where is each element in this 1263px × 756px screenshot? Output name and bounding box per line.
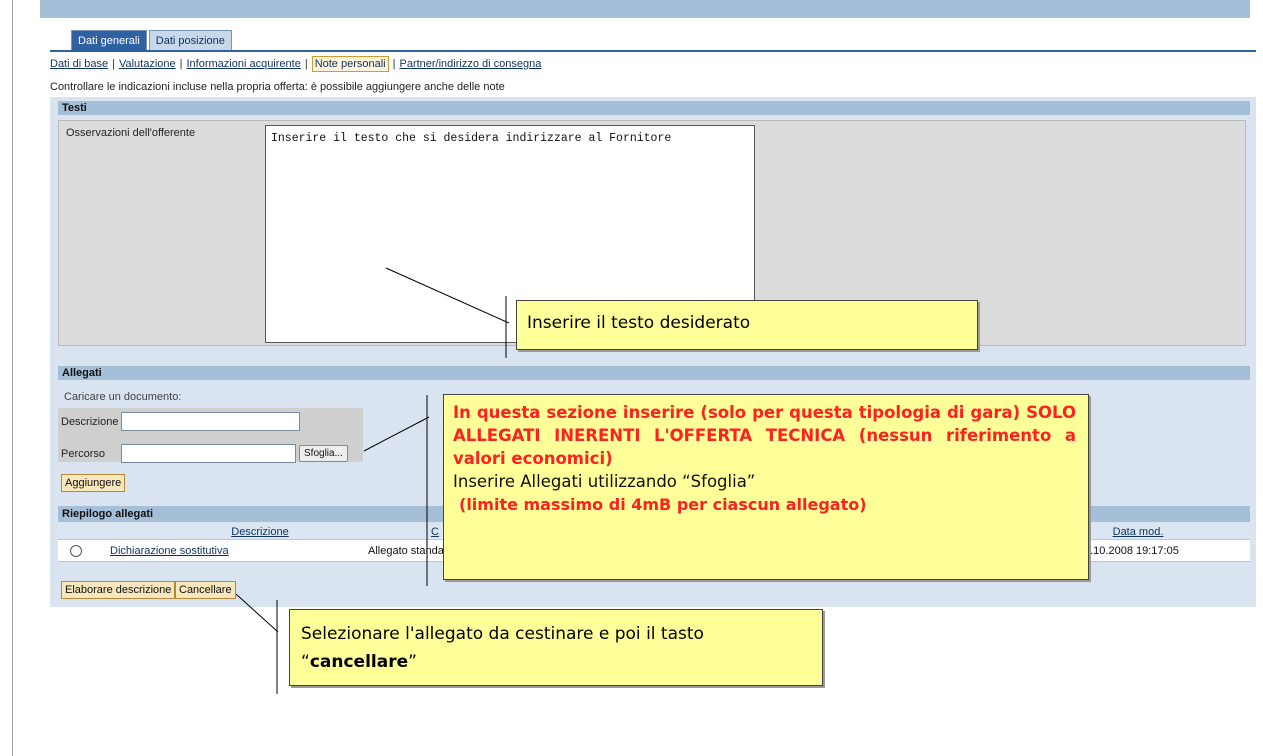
tab-dati-generali[interactable]: Dati generali [71,30,147,50]
subnav-dati-di-base[interactable]: Dati di base [50,58,108,70]
row-tipo: Allegato standa [368,545,444,557]
subnav-separator: | [179,58,183,70]
subnav-informazioni-acquirente[interactable]: Informazioni acquirente [186,58,300,70]
section-header-allegati: Allegati [58,366,1250,380]
left-divider-line [12,0,13,756]
top-header-bar [40,0,1250,18]
sfoglia-button[interactable]: Sfoglia... [299,445,348,462]
callout-attachments-limit: (limite massimo di 4mB per ciascun alleg… [459,495,867,514]
callout-attachments-warning: In questa sezione inserire (solo per que… [453,403,1076,468]
callout-delete-bold: cancellare [309,652,409,672]
callout-text-hint-text: Inserire il testo desiderato [527,313,751,333]
sub-navigation: Dati di base | Valutazione | Informazioni ac… [50,56,541,72]
section-header-testi: Testi [58,101,1250,115]
instruction-text: Controllare le indicazioni incluse nella… [50,81,505,93]
callout-attachments-instruction: Inserire Allegati utilizzando “Sfoglia” [453,472,756,491]
callout-attachments: In questa sezione inserire (solo per que… [443,394,1089,580]
callout-delete-end: ” [408,652,417,672]
callout-text-hint: Inserire il testo desiderato [516,300,978,350]
elaborare-descrizione-button[interactable]: Elaborare descrizione [61,581,176,599]
row-select-radio[interactable] [70,545,82,557]
subnav-note-personali-current[interactable]: Note personali [311,56,389,72]
row-data-mod: 4.10.2008 19:17:05 [1084,545,1179,557]
subnav-separator: | [304,58,308,70]
subnav-separator: | [392,58,396,70]
subnav-partner-indirizzo[interactable]: Partner/indirizzo di consegna [399,58,541,70]
percorso-label: Percorso [61,448,106,460]
subnav-separator: | [112,58,115,70]
cancellare-button[interactable]: Cancellare [175,581,236,599]
descrizione-label: Descrizione [61,416,119,428]
percorso-input[interactable] [121,444,296,463]
row-descrizione-link[interactable]: Dichiarazione sostitutiva [110,540,229,562]
subnav-valutazione[interactable]: Valutazione [119,58,176,70]
column-data-mod[interactable]: Data mod. [1078,524,1198,540]
tab-dati-posizione[interactable]: Dati posizione [148,30,232,50]
column-descrizione[interactable]: Descrizione [110,524,410,540]
main-tabs: Dati generali Dati posizione [71,30,232,50]
aggiungere-button[interactable]: Aggiungere [61,474,126,492]
descrizione-input[interactable] [121,412,300,431]
upload-label: Caricare un documento: [64,391,182,403]
osservazioni-label: Osservazioni dell'offerente [66,127,196,139]
tab-underline [50,50,1256,52]
callout-delete: Selezionare l'allegato da cestinare e po… [289,609,823,686]
